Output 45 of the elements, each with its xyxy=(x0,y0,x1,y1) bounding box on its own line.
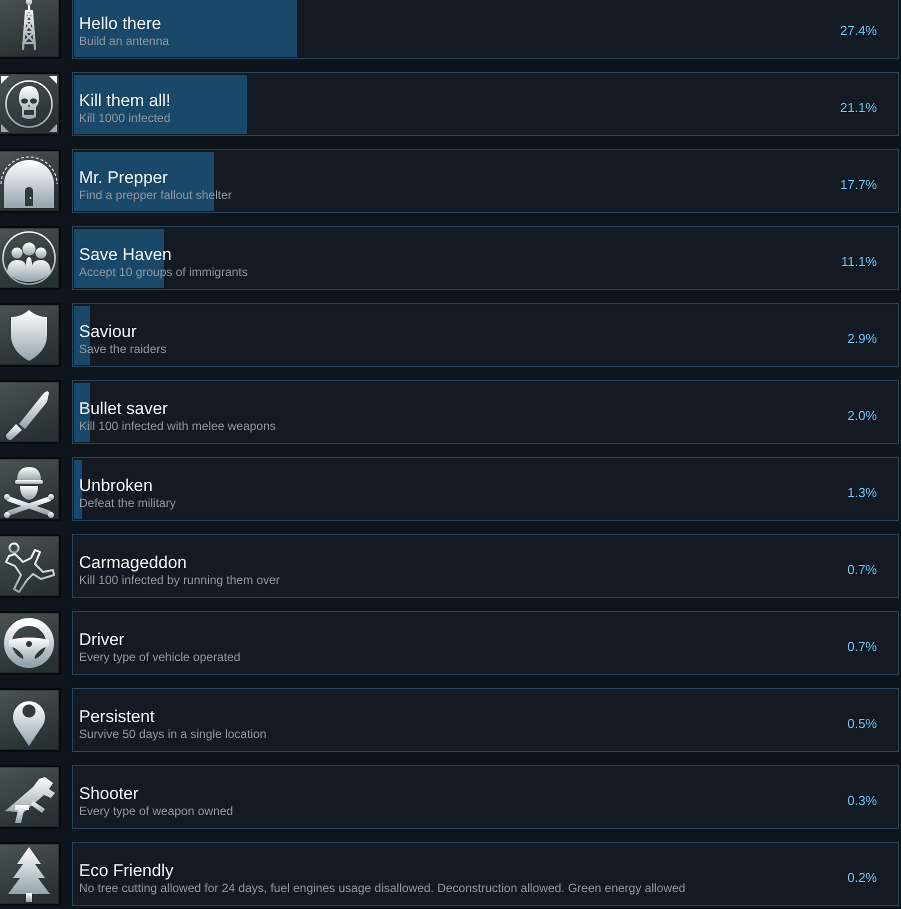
dome-shelter-icon xyxy=(0,149,61,213)
body-outline-icon xyxy=(0,534,61,598)
helmet-crossbones-icon xyxy=(0,457,61,521)
achievement-description: Build an antenna xyxy=(79,34,170,48)
achievement-description: Kill 1000 infected xyxy=(79,110,170,126)
shield-icon xyxy=(0,303,61,367)
achievement-title: Bullet saver xyxy=(79,398,168,418)
achievement-title: Shooter xyxy=(79,784,139,804)
achievement-description: Survive 50 days in a single location xyxy=(79,726,266,742)
achievement-description: Every type of vehicle operated xyxy=(79,650,240,664)
unlock-percentage: 0.5% xyxy=(847,716,877,732)
unlock-percentage: 0.7% xyxy=(847,562,877,578)
antenna-tower-icon xyxy=(0,0,61,59)
steering-wheel-icon xyxy=(0,611,61,675)
unlock-percentage: 21.1% xyxy=(840,100,877,116)
unlock-percentage: 0.7% xyxy=(847,639,877,655)
achievement-description: Every type of weapon owned xyxy=(79,804,234,818)
map-pin-icon xyxy=(0,688,61,752)
achievement-title: Hello there xyxy=(79,14,162,34)
zombie-skull-icon xyxy=(0,72,61,136)
achievement-title: Saviour xyxy=(79,322,137,342)
pine-tree-icon xyxy=(0,842,61,906)
achievement-title: Driver xyxy=(79,630,124,650)
group-of-people-icon xyxy=(0,226,61,290)
guns-icon xyxy=(0,765,61,829)
achievement-title: Persistent xyxy=(79,706,155,726)
achievement-description: Kill 100 infected by running them over xyxy=(79,572,280,588)
unlock-percentage: 11.1% xyxy=(841,254,877,270)
achievement-title: Eco Friendly xyxy=(79,860,174,880)
achievement-title: Carmageddon xyxy=(79,552,187,572)
machete-icon xyxy=(0,380,61,444)
achievement-description: Defeat the military xyxy=(79,496,176,510)
achievement-title: Save Haven xyxy=(79,244,172,264)
achievement-title: Kill them all! xyxy=(79,90,171,110)
unlock-percentage: 17.7% xyxy=(840,177,877,193)
unlock-percentage: 1.3% xyxy=(847,485,877,501)
achievement-title: Unbroken xyxy=(79,476,153,496)
achievement-title: Mr. Prepper xyxy=(79,168,168,188)
unlock-percentage: 2.0% xyxy=(847,408,877,424)
achievement-description: No tree cutting allowed for 24 days, fuel engines usage disallowed. Deconstruction allowed. Green energy allowed xyxy=(79,880,686,896)
unlock-percentage: 0.2% xyxy=(847,870,877,886)
unlock-percentage: 2.9% xyxy=(847,331,877,347)
unlock-percentage: 0.3% xyxy=(847,793,877,809)
achievement-description: Save the raiders xyxy=(79,342,166,356)
unlock-percentage: 27.4% xyxy=(840,23,877,39)
